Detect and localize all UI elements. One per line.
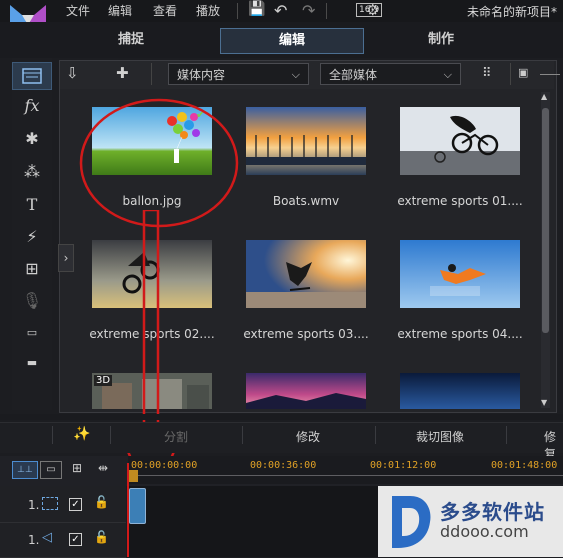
media-type-dropdown[interactable]: 媒体内容 ⌵ bbox=[168, 63, 309, 85]
timeline-view-icon[interactable]: ⊥⊥ bbox=[12, 461, 38, 479]
skydiver-image bbox=[400, 240, 520, 308]
skateboarder-image bbox=[246, 240, 366, 308]
media-type-value: 媒体内容 bbox=[177, 68, 226, 82]
audio-track-header: 1. ◁ ✓ 🔓 bbox=[0, 523, 126, 558]
video-track-icon bbox=[42, 497, 58, 510]
magic-tools-icon[interactable]: ✨ bbox=[73, 426, 90, 442]
media-caption: Boats.wmv bbox=[272, 194, 340, 208]
menu-file[interactable]: 文件 bbox=[66, 2, 90, 19]
timecode: 00:01:12:00 bbox=[370, 460, 437, 471]
menu-play[interactable]: 播放 bbox=[196, 2, 220, 19]
action-divider bbox=[375, 426, 376, 444]
media-caption: extreme sports 01.... bbox=[397, 194, 523, 208]
menu-divider bbox=[237, 3, 238, 19]
splitter[interactable] bbox=[0, 414, 563, 420]
media-filter-dropdown[interactable]: 全部媒体 ⌵ bbox=[320, 63, 461, 85]
timecode: 00:00:00:00 bbox=[131, 460, 198, 471]
media-thumbnail[interactable] bbox=[246, 107, 366, 175]
watermark-logo-icon bbox=[392, 496, 431, 548]
tab-produce[interactable]: 制作 bbox=[370, 28, 512, 52]
chapter-icon[interactable]: ▭ bbox=[20, 322, 44, 344]
save-icon[interactable]: 💾 bbox=[248, 1, 265, 17]
lock-icon[interactable]: 🔓 bbox=[94, 495, 109, 509]
subtitle-icon[interactable]: ▬ bbox=[20, 352, 44, 374]
watermark-brand: 多多软件站 bbox=[440, 500, 545, 524]
particle-icon[interactable]: ⁂ bbox=[20, 161, 44, 183]
media-thumbnail[interactable] bbox=[400, 240, 520, 308]
media-thumbnail[interactable] bbox=[400, 373, 520, 409]
timecode: 00:00:36:00 bbox=[250, 460, 317, 471]
menu-divider bbox=[326, 3, 327, 19]
undo-icon[interactable]: ↶ bbox=[274, 1, 287, 20]
plugin-icon[interactable]: ✚ bbox=[116, 64, 129, 82]
track-enable-checkbox[interactable]: ✓ bbox=[69, 533, 82, 546]
track-number: 1. bbox=[28, 533, 40, 547]
action-divider bbox=[506, 426, 507, 444]
zoom-slider[interactable] bbox=[540, 74, 560, 75]
storyboard-view-icon[interactable]: ▭ bbox=[40, 461, 62, 479]
track-manager-icon[interactable]: ⊞ bbox=[72, 461, 82, 475]
tab-capture[interactable]: 捕捉 bbox=[60, 28, 202, 52]
media-filter-value: 全部媒体 bbox=[329, 68, 378, 82]
expand-panel-button[interactable]: › bbox=[58, 244, 74, 272]
playhead-handle[interactable] bbox=[128, 470, 138, 482]
media-caption: extreme sports 04.... bbox=[397, 327, 523, 341]
video-track-header: 1. ✓ 🔓 bbox=[0, 488, 126, 523]
action-divider bbox=[52, 426, 53, 444]
action-divider bbox=[242, 426, 243, 444]
media-thumbnail[interactable] bbox=[246, 240, 366, 308]
timecode: 00:01:48:00 bbox=[491, 460, 558, 471]
import-media-icon[interactable]: ⇩ bbox=[66, 64, 79, 82]
boats-video-image bbox=[246, 107, 366, 175]
speaker-icon: ◁ bbox=[42, 530, 52, 545]
media-thumbnail[interactable] bbox=[400, 107, 520, 175]
watermark-url: ddooo.com bbox=[440, 522, 529, 541]
modify-button[interactable]: 修改 bbox=[296, 428, 320, 445]
track-enable-checkbox[interactable]: ✓ bbox=[69, 498, 82, 511]
voice-record-icon[interactable]: 🎙 bbox=[20, 290, 44, 312]
audio-mixing-icon[interactable]: ⊞ bbox=[20, 258, 44, 280]
thumbnail-size-icon[interactable]: ▣ bbox=[518, 66, 528, 79]
menu-view[interactable]: 查看 bbox=[153, 2, 177, 19]
timeline-clip[interactable] bbox=[129, 488, 146, 524]
transition-icon[interactable]: ⚡ bbox=[20, 226, 44, 248]
track-number: 1. bbox=[28, 498, 40, 512]
chevron-down-icon: ⌵ bbox=[443, 68, 452, 81]
scroll-up-icon[interactable]: ▲ bbox=[541, 92, 547, 101]
pip-objects-icon[interactable]: ✱ bbox=[20, 128, 44, 150]
settings-gear-icon[interactable]: ⚙ bbox=[366, 1, 379, 19]
grid-view-icon[interactable]: ⠿ bbox=[482, 66, 492, 81]
night-sky-image bbox=[400, 373, 520, 409]
lock-icon[interactable]: 🔓 bbox=[94, 530, 109, 544]
fit-timeline-icon[interactable]: ⇹ bbox=[98, 461, 108, 475]
action-divider bbox=[110, 426, 111, 444]
tab-edit[interactable]: 编辑 bbox=[220, 28, 364, 54]
scroll-down-icon[interactable]: ▼ bbox=[541, 398, 547, 407]
playhead[interactable] bbox=[127, 463, 129, 557]
crop-image-button[interactable]: 裁切图像 bbox=[416, 428, 464, 445]
chevron-down-icon: ⌵ bbox=[291, 68, 300, 81]
sunset-image bbox=[246, 373, 366, 409]
redo-icon[interactable]: ↷ bbox=[302, 1, 315, 20]
toolbar-divider bbox=[510, 63, 511, 85]
media-room-button[interactable] bbox=[12, 62, 52, 90]
bmx-rider-image bbox=[400, 107, 520, 175]
library-scrollbar-thumb[interactable] bbox=[542, 108, 549, 333]
media-caption: extreme sports 03.... bbox=[243, 327, 369, 341]
media-thumbnail[interactable] bbox=[246, 373, 366, 409]
media-room-icon bbox=[22, 68, 42, 84]
menu-edit[interactable]: 编辑 bbox=[108, 2, 132, 19]
toolbar-divider bbox=[151, 63, 152, 85]
split-button[interactable]: 分割 bbox=[164, 428, 188, 445]
title-text-icon[interactable]: T bbox=[20, 194, 44, 216]
fx-icon[interactable]: fx bbox=[20, 95, 44, 117]
ruler-baseline bbox=[128, 475, 563, 476]
project-title: 未命名的新项目* bbox=[466, 5, 557, 19]
3d-badge: 3D bbox=[94, 375, 113, 386]
